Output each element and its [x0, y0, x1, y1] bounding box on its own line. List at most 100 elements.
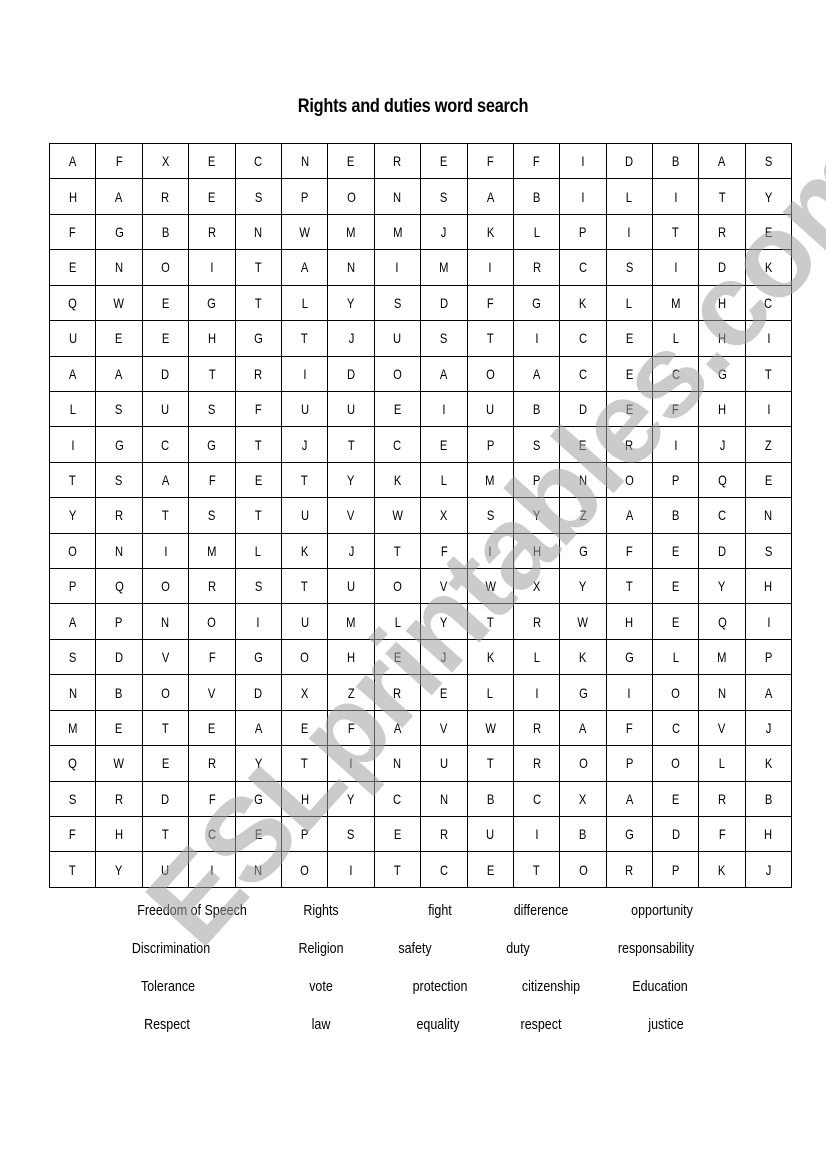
grid-cell[interactable]: R — [373, 674, 422, 711]
grid-cell[interactable]: U — [373, 320, 422, 357]
grid-cell[interactable]: Z — [559, 497, 607, 534]
grid-cell[interactable]: J — [280, 426, 329, 463]
grid-cell[interactable]: N — [373, 745, 422, 782]
grid-cell[interactable]: E — [95, 709, 143, 747]
grid-cell[interactable]: W — [280, 213, 329, 251]
grid-cell[interactable]: F — [512, 142, 561, 180]
grid-cell[interactable]: A — [234, 709, 282, 747]
grid-cell[interactable]: F — [234, 390, 282, 428]
grid-cell[interactable]: E — [234, 461, 282, 499]
grid-cell[interactable]: J — [744, 851, 793, 888]
grid-cell[interactable]: Q — [95, 568, 143, 605]
grid-cell[interactable]: S — [234, 178, 282, 215]
grid-cell[interactable]: I — [605, 674, 654, 711]
grid-cell[interactable]: E — [141, 745, 190, 782]
grid-cell[interactable]: D — [652, 816, 700, 853]
grid-cell[interactable]: H — [698, 320, 746, 357]
grid-cell[interactable]: T — [466, 603, 514, 640]
grid-cell[interactable]: G — [95, 426, 143, 463]
grid-cell[interactable]: A — [48, 355, 97, 392]
grid-cell[interactable]: Q — [698, 461, 746, 499]
grid-cell[interactable]: Q — [698, 603, 746, 640]
grid-cell[interactable]: T — [280, 461, 329, 499]
grid-cell[interactable]: J — [327, 532, 375, 570]
grid-cell[interactable]: G — [559, 532, 607, 570]
grid-cell[interactable]: Y — [559, 568, 607, 605]
grid-cell[interactable]: D — [698, 249, 746, 286]
grid-cell[interactable]: R — [512, 249, 561, 286]
grid-cell[interactable]: I — [652, 249, 700, 286]
grid-cell[interactable]: Q — [48, 745, 97, 782]
grid-cell[interactable]: G — [698, 355, 746, 392]
grid-cell[interactable]: E — [373, 816, 422, 853]
grid-cell[interactable]: H — [744, 816, 793, 853]
grid-cell[interactable]: L — [512, 213, 561, 251]
grid-cell[interactable]: W — [559, 603, 607, 640]
grid-cell[interactable]: H — [512, 532, 561, 570]
grid-cell[interactable]: L — [652, 638, 700, 676]
grid-cell[interactable]: C — [698, 497, 746, 534]
grid-cell[interactable]: D — [141, 355, 190, 392]
grid-cell[interactable]: T — [234, 497, 282, 534]
grid-cell[interactable]: I — [280, 355, 329, 392]
grid-cell[interactable]: S — [373, 284, 422, 322]
grid-cell[interactable]: U — [280, 603, 329, 640]
grid-cell[interactable]: R — [420, 816, 468, 853]
grid-cell[interactable]: J — [327, 320, 375, 357]
grid-cell[interactable]: P — [95, 603, 143, 640]
grid-cell[interactable]: A — [95, 355, 143, 392]
grid-cell[interactable]: R — [188, 213, 236, 251]
grid-cell[interactable]: U — [466, 390, 514, 428]
grid-cell[interactable]: T — [234, 249, 282, 286]
grid-cell[interactable]: D — [605, 142, 654, 180]
grid-cell[interactable]: U — [280, 390, 329, 428]
grid-cell[interactable]: N — [280, 142, 329, 180]
grid-cell[interactable]: P — [512, 461, 561, 499]
grid-cell[interactable]: A — [512, 355, 561, 392]
grid-cell[interactable]: O — [280, 851, 329, 888]
grid-cell[interactable]: E — [652, 780, 700, 818]
grid-cell[interactable]: T — [373, 532, 422, 570]
grid-cell[interactable]: O — [373, 568, 422, 605]
grid-cell[interactable]: T — [141, 709, 190, 747]
grid-cell[interactable]: U — [141, 390, 190, 428]
grid-cell[interactable]: E — [373, 390, 422, 428]
grid-cell[interactable]: F — [188, 638, 236, 676]
grid-cell[interactable]: U — [327, 568, 375, 605]
grid-cell[interactable]: T — [234, 426, 282, 463]
grid-cell[interactable]: T — [280, 568, 329, 605]
grid-cell[interactable]: U — [420, 745, 468, 782]
grid-cell[interactable]: N — [234, 851, 282, 888]
grid-cell[interactable]: B — [652, 497, 700, 534]
grid-cell[interactable]: P — [280, 178, 329, 215]
grid-cell[interactable]: A — [373, 709, 422, 747]
grid-cell[interactable]: S — [188, 390, 236, 428]
grid-cell[interactable]: W — [373, 497, 422, 534]
grid-cell[interactable]: U — [466, 816, 514, 853]
grid-cell[interactable]: L — [420, 461, 468, 499]
grid-cell[interactable]: B — [466, 780, 514, 818]
grid-cell[interactable]: U — [141, 851, 190, 888]
grid-cell[interactable]: S — [234, 568, 282, 605]
grid-cell[interactable]: V — [327, 497, 375, 534]
grid-cell[interactable]: F — [188, 461, 236, 499]
grid-cell[interactable]: O — [559, 851, 607, 888]
grid-cell[interactable]: E — [652, 532, 700, 570]
grid-cell[interactable]: L — [234, 532, 282, 570]
grid-cell[interactable]: L — [512, 638, 561, 676]
grid-cell[interactable]: T — [48, 851, 97, 888]
grid-cell[interactable]: W — [95, 284, 143, 322]
grid-cell[interactable]: K — [466, 638, 514, 676]
grid-cell[interactable]: H — [744, 568, 793, 605]
grid-cell[interactable]: T — [280, 320, 329, 357]
grid-cell[interactable]: E — [744, 461, 793, 499]
grid-cell[interactable]: O — [141, 674, 190, 711]
grid-cell[interactable]: B — [95, 674, 143, 711]
grid-cell[interactable]: C — [652, 709, 700, 747]
grid-cell[interactable]: D — [420, 284, 468, 322]
grid-cell[interactable]: E — [373, 638, 422, 676]
grid-cell[interactable]: D — [141, 780, 190, 818]
grid-cell[interactable]: U — [48, 320, 97, 357]
grid-cell[interactable]: I — [744, 603, 793, 640]
grid-cell[interactable]: L — [373, 603, 422, 640]
